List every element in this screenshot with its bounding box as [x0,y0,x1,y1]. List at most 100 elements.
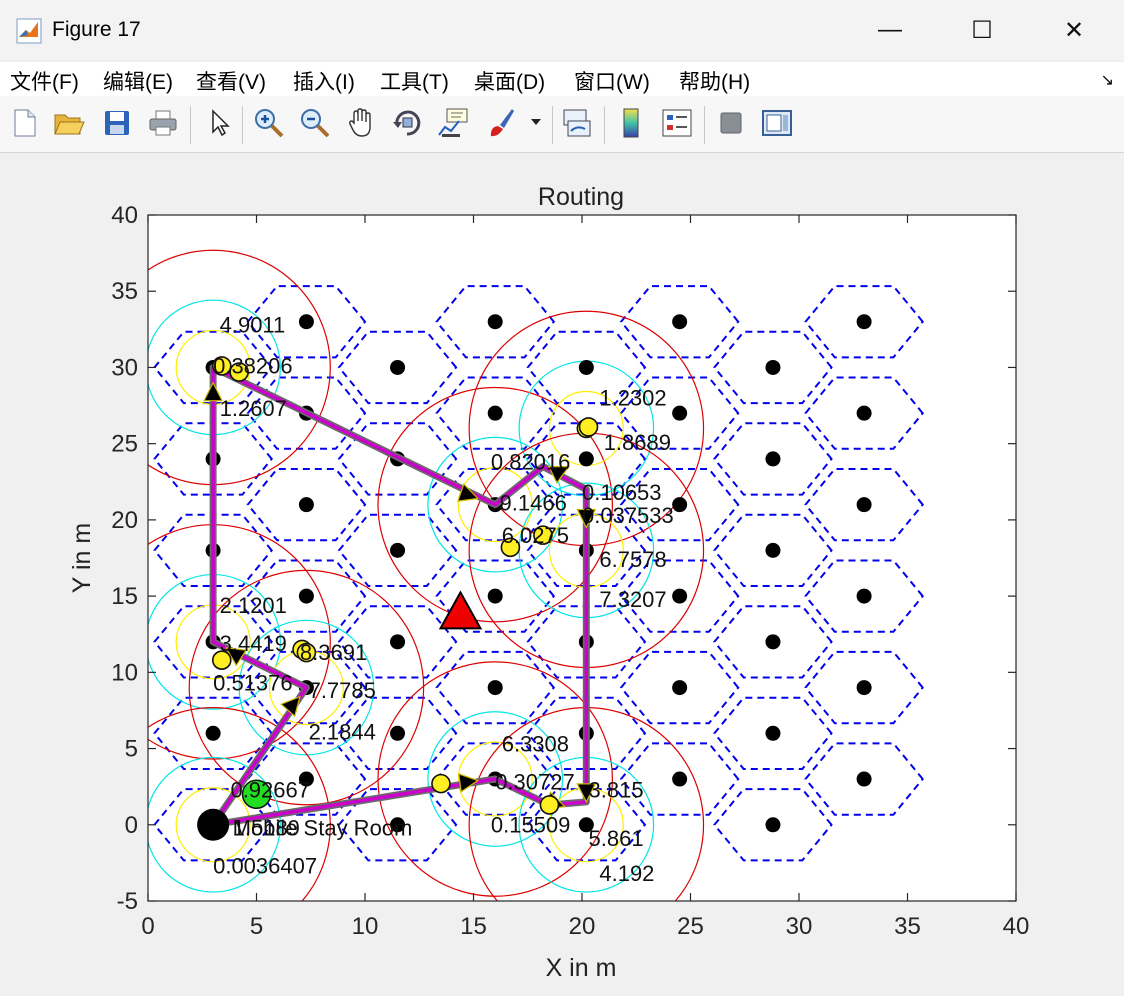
cell-node [390,725,406,741]
figure-canvas: 4.9011 0.38206 1.2607 1.2302 1.8689 0.82016 9.… [4,153,1120,991]
menu-insert[interactable]: 插入(I) [293,66,355,96]
close-icon: ✕ [1063,16,1085,44]
rotate-3d-icon[interactable] [390,106,424,140]
x-tick-label: 40 [1003,913,1030,940]
chart-title: Routing [538,183,624,211]
data-label: 0.0036407 [213,854,317,879]
menu-tools[interactable]: 工具(T) [380,66,449,96]
cell-node [578,451,594,467]
show-plot-tools-icon[interactable] [760,106,794,140]
data-label: 7.3207 [599,587,666,612]
cell-node [672,405,688,421]
data-label: 0.037533 [582,503,674,528]
cell-node [672,314,688,330]
toolbar-separator [704,106,705,144]
data-label: 9.1466 [500,491,567,516]
cell-node [765,451,781,467]
data-label: 1.8689 [604,430,671,455]
menu-window[interactable]: 窗口(W) [574,66,650,96]
x-tick-label: 10 [352,913,379,940]
zoom-out-icon[interactable] [298,106,332,140]
data-label: 0.82016 [491,450,571,475]
cell-node [765,542,781,558]
open-file-icon[interactable] [52,106,86,140]
data-label: 0.92667 [230,777,310,802]
y-tick-label: -5 [117,888,138,915]
print-icon[interactable] [146,106,180,140]
maximize-icon: ☐ [971,16,993,44]
minimize-icon: — [878,16,902,43]
data-label: 0.10653 [582,480,662,505]
cell-node [856,405,872,421]
zoom-in-icon[interactable] [252,106,286,140]
sensor-node [578,417,599,437]
cell-node [765,817,781,833]
colorbar-icon[interactable] [614,106,648,140]
cell-node [390,359,406,375]
cell-node [672,680,688,696]
pointer-icon[interactable] [202,106,236,140]
cell-node [298,497,314,513]
cell-node [856,314,872,330]
menu-view[interactable]: 查看(V) [196,66,266,96]
cell-node [298,588,314,604]
link-plot-icon[interactable] [560,106,594,140]
data-label: 4.192 [599,861,654,886]
menu-file[interactable]: 文件(F) [10,66,79,96]
cell-node [765,359,781,375]
y-tick-label: 20 [111,507,138,534]
cell-node [390,634,406,650]
data-cursor-icon[interactable] [436,106,470,140]
toolbar-separator [552,106,553,144]
y-tick-label: 40 [111,202,138,229]
menu-edit[interactable]: 编辑(E) [103,66,173,96]
close-button[interactable]: ✕ [1028,0,1120,60]
cell-node [390,542,406,558]
cell-node [487,588,503,604]
pan-hand-icon[interactable] [344,106,378,140]
x-tick-label: 0 [141,913,154,940]
hide-plot-tools-icon[interactable] [714,106,748,140]
y-tick-label: 30 [111,354,138,381]
brush-icon[interactable] [484,106,518,140]
data-label: 3.815 [589,777,644,802]
data-label: 4.9011 [220,312,286,337]
menu-desktop[interactable]: 桌面(D) [474,66,545,96]
data-label: 0.30727 [495,770,575,795]
y-tick-label: 15 [111,583,138,610]
cell-node [672,771,688,787]
y-tick-label: 5 [125,736,138,763]
data-label: 2.1844 [309,719,376,744]
save-icon[interactable] [100,106,134,140]
toolbar-separator [604,106,605,144]
menu-overflow-icon[interactable]: ↘ [1101,70,1114,90]
data-label: 2.1201 [220,593,287,618]
window-title: Figure 17 [52,18,141,41]
x-tick-label: 15 [460,913,487,940]
new-figure-icon[interactable] [8,106,42,140]
x-tick-label: 5 [250,913,263,940]
cell-node [205,725,221,741]
cell-node [856,588,872,604]
cell-node [487,680,503,696]
figure-toolbar [0,96,1124,153]
y-tick-label: 10 [111,659,138,686]
legend-icon[interactable] [660,106,694,140]
data-label: 1.5189 [233,815,300,840]
y-tick-label: 25 [111,431,138,458]
brush-dropdown-icon[interactable] [526,106,546,140]
cell-node [672,588,688,604]
title-bar: Figure 17 — ☐ ✕ [0,0,1124,60]
data-label: 1.2302 [599,386,666,411]
minimize-button[interactable]: — [844,0,936,60]
data-label: 1.2607 [220,396,287,421]
x-tick-label: 30 [786,913,813,940]
cell-node [856,680,872,696]
cell-node [856,771,872,787]
cell-node [298,314,314,330]
maximize-button[interactable]: ☐ [936,0,1028,60]
menu-help[interactable]: 帮助(H) [679,66,750,96]
cell-node [856,497,872,513]
x-tick-label: 20 [569,913,596,940]
routing-chart[interactable]: 4.9011 0.38206 1.2607 1.2302 1.8689 0.82016 9.… [4,153,1120,991]
